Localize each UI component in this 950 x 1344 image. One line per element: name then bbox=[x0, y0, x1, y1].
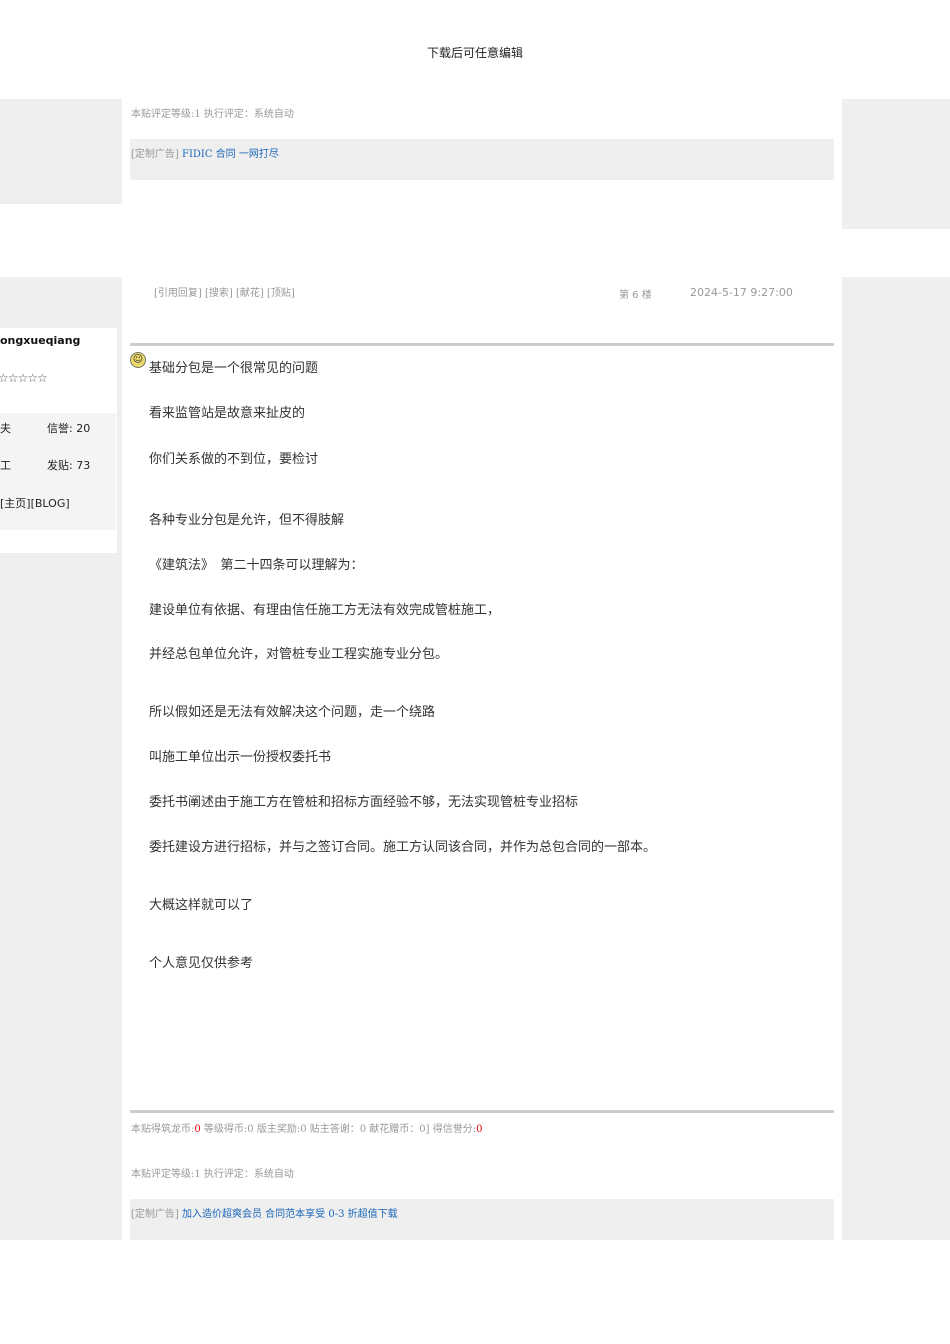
user-posts: 发贴: 73 bbox=[47, 459, 91, 472]
right-sidebar bbox=[842, 277, 950, 1240]
post-actions: [引用回复] [搜索] [献花] [顶贴] bbox=[154, 284, 295, 299]
credit-value: 0 bbox=[476, 1124, 483, 1135]
user-card: ongxueqiang ☆☆☆☆☆ 夫 信誉: 20 工 发贴: 73 [主页]… bbox=[0, 328, 117, 553]
floor-number: 第 6 楼 bbox=[619, 290, 652, 301]
user-title: 夫 bbox=[0, 422, 11, 435]
post-line: 个人意见仅供参考 bbox=[149, 956, 254, 971]
post-line: 并经总包单位允许，对管桩专业工程实施专业分包。 bbox=[149, 647, 449, 662]
post-line: 叫施工单位出示一份授权委托书 bbox=[149, 750, 332, 765]
left-sidebar-top bbox=[0, 99, 122, 204]
ad: [定制广告] 加入造价超爽会员 合同范本享受 0-3 折超值下载 bbox=[131, 1205, 398, 1220]
divider bbox=[130, 343, 834, 346]
user-credit: 信誉: 20 bbox=[47, 422, 91, 435]
ad-prefix: [定制广告] bbox=[131, 149, 179, 160]
user-stats: 夫 信誉: 20 工 发贴: 73 [主页][BLOG] bbox=[0, 413, 116, 530]
post-line: 委托建设方进行招标，并与之签订合同。施工方认同该合同，并作为总包合同的一部本。 bbox=[149, 840, 657, 855]
post-line: 你们关系做的不到位，要检讨 bbox=[149, 452, 319, 467]
post-rating: 本贴评定等级:1 执行评定：系统自动 bbox=[131, 109, 294, 120]
post-line: 基础分包是一个很常见的问题 bbox=[149, 361, 319, 376]
user-role: 工 bbox=[0, 459, 11, 472]
page-title: 下载后可任意编辑 bbox=[426, 46, 523, 60]
coins-summary: 本贴得筑龙币: 0 等级得币:0 版主奖励:0 贴主答谢：0 献花赠币：0] 得信… bbox=[131, 1120, 482, 1135]
user-links[interactable]: [主页][BLOG] bbox=[0, 495, 70, 511]
post-rating: 本贴评定等级:1 执行评定：系统自动 bbox=[131, 1169, 294, 1180]
coins-label: 本贴得筑龙币: bbox=[131, 1124, 195, 1135]
quote-reply-link[interactable]: [引用回复] bbox=[154, 288, 202, 299]
post-line: 看来监管站是故意来扯皮的 bbox=[149, 406, 306, 421]
coins-details: 等级得币:0 版主奖励:0 贴主答谢：0 献花赠币：0] 得信誉分: bbox=[200, 1124, 477, 1135]
search-link[interactable]: [搜索] bbox=[205, 288, 233, 299]
post-line: 所以假如还是无法有效解决这个问题，走一个绕路 bbox=[149, 705, 436, 720]
ad-prefix: [定制广告] bbox=[131, 1209, 179, 1220]
ad: [定制广告] FIDIC 合同 一网打尽 bbox=[131, 145, 279, 160]
right-sidebar-top bbox=[842, 99, 950, 229]
ad-link[interactable]: 加入造价超爽会员 合同范本享受 0-3 折超值下载 bbox=[182, 1209, 398, 1220]
user-stars: ☆☆☆☆☆ bbox=[0, 371, 48, 385]
post-line: 《建筑法》 第二十四条可以理解为： bbox=[149, 558, 364, 573]
username[interactable]: ongxueqiang bbox=[0, 334, 80, 347]
post-line: 各种专业分包是允许，但不得肢解 bbox=[149, 513, 345, 528]
divider bbox=[130, 1110, 834, 1113]
flower-link[interactable]: [献花] bbox=[236, 288, 264, 299]
post-line: 大概这样就可以了 bbox=[149, 898, 254, 913]
post-line: 委托书阐述由于施工方在管桩和招标方面经验不够，无法实现管桩专业招标 bbox=[149, 795, 579, 810]
post-timestamp: 2024-5-17 9:27:00 bbox=[690, 286, 793, 299]
post-line: 建设单位有依据、有理由信任施工方无法有效完成管桩施工， bbox=[149, 603, 501, 618]
ad-link[interactable]: FIDIC 合同 一网打尽 bbox=[182, 149, 279, 160]
smiley-icon: ☺ bbox=[130, 352, 146, 368]
bump-link[interactable]: [顶贴] bbox=[267, 288, 295, 299]
